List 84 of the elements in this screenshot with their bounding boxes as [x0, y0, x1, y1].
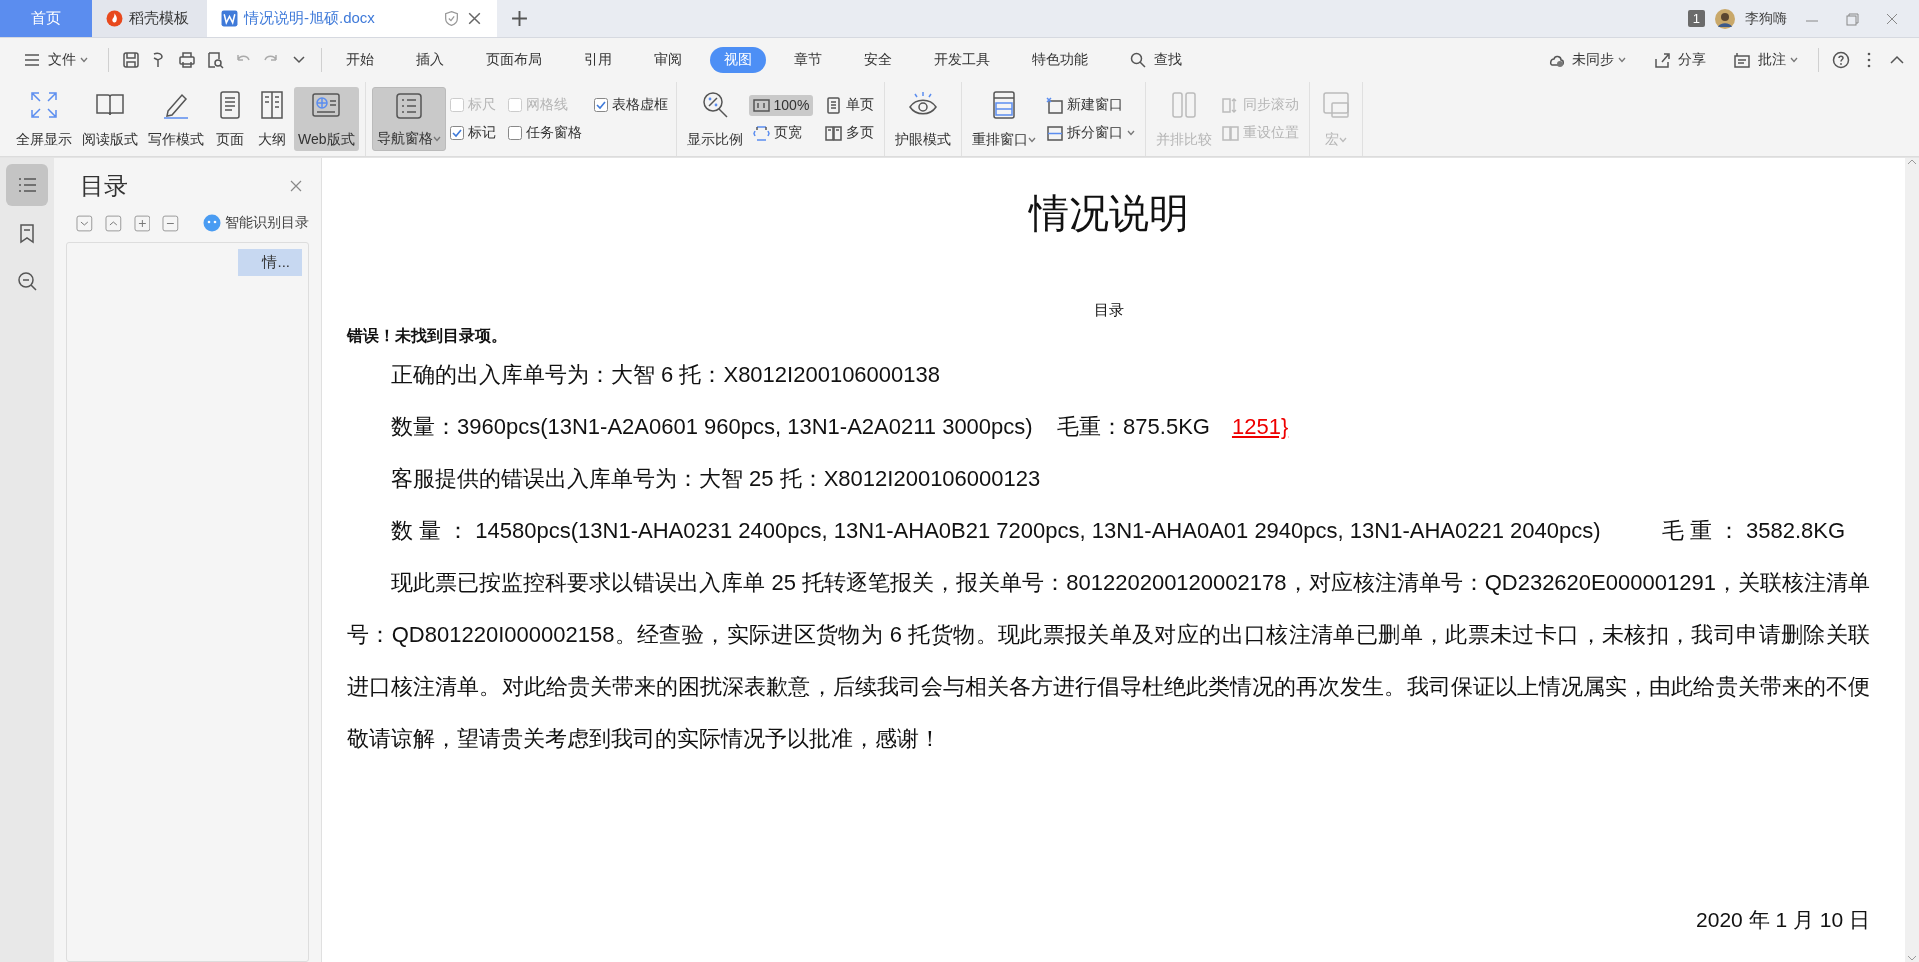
add-tab-icon[interactable]	[510, 10, 528, 27]
date: 2020 年 1 月 10 日	[1696, 907, 1870, 933]
ribbon-button[interactable]: 写作模式	[144, 87, 208, 151]
paragraph: 正确的出入库单号为：大智 6 托：X8012I200106000138	[391, 362, 940, 387]
print-preview-icon[interactable]	[206, 51, 224, 69]
ribbon-button[interactable]: 单页	[821, 94, 879, 116]
menu-tab[interactable]: 插入	[402, 47, 458, 73]
user-name[interactable]: 李狗嗨	[1745, 9, 1787, 28]
paragraph: 客服提供的错误出入库单号为：大智 25 托：X8012I200106000123	[391, 466, 1041, 491]
window-count-badge[interactable]: 1	[1687, 10, 1705, 27]
ribbon-button[interactable]: Web版式	[294, 87, 359, 151]
tab[interactable]: 稻壳模板	[92, 0, 207, 37]
file-menu[interactable]: 文件	[10, 47, 98, 73]
tab[interactable]: 情况说明-旭硕.docx	[207, 0, 497, 37]
document-title: 情况说明	[1027, 189, 1190, 238]
toolbar-button[interactable]: 分享	[1640, 47, 1716, 73]
ribbon-button[interactable]: 大纲	[252, 87, 292, 151]
ribbon-button[interactable]: 导航窗格	[371, 87, 446, 151]
minus-icon[interactable]	[162, 214, 179, 232]
paragraph: 现此票已按监控科要求以错误出入库单 25 托转逐笔报关，报关单号：801220200120002178，对应核注清单号：QD232620E000001291，关联核注清单号：QD801220I000002158。经查验，实际进区货物为 6 托货物。现此票报关单及对应的出口核注清单已删单，此票未过卡口，未核扣，我司申请删除关联进口核注清单。对此给贵关带来的困扰深表歉意，后续我司会与相关各方进行倡导杜绝此类情况的再次发生。我司保证以上情况属实，由此给贵关带来的不便敬请谅解，望请贵关考虑到我司的实际情况予以批准，感谢！	[347, 570, 1870, 751]
menu-tab[interactable]: 开发工具	[920, 47, 1004, 73]
ribbon-button[interactable]: 重排窗口	[968, 87, 1041, 151]
ribbon-button[interactable]: 显示比例	[682, 87, 747, 151]
toc-item[interactable]: 情...	[238, 249, 302, 276]
scrollbar[interactable]	[1905, 158, 1919, 962]
ratio-icon	[752, 96, 770, 114]
ribbon-button[interactable]: 护眼模式	[891, 87, 956, 151]
toc-heading: 目录	[1092, 301, 1125, 320]
menu-tab[interactable]: 页面布局	[472, 47, 556, 73]
single-page-icon	[825, 96, 843, 114]
comment-icon	[1733, 51, 1751, 69]
menu-tab[interactable]: 安全	[850, 47, 906, 73]
ribbon-button[interactable]: 全屏显示	[12, 87, 76, 151]
document-icon	[221, 10, 238, 27]
search-icon	[1129, 51, 1147, 69]
help-icon[interactable]	[1832, 51, 1850, 69]
expand-up-icon[interactable]	[104, 214, 122, 232]
shield-icon	[443, 10, 460, 27]
fullscreen-icon	[28, 89, 60, 121]
close-icon[interactable]	[466, 10, 483, 27]
toolbar-button[interactable]: 批注	[1720, 47, 1808, 73]
menu-tab[interactable]: 引用	[570, 47, 626, 73]
split-window-icon	[1046, 124, 1064, 142]
ribbon-button[interactable]: 新建窗口	[1042, 94, 1140, 116]
page-width-icon	[752, 124, 770, 142]
revision-mark: 1251}	[1231, 414, 1289, 439]
menu-tab[interactable]: 特色功能	[1018, 47, 1102, 73]
close-icon[interactable]	[289, 179, 303, 193]
checkbox[interactable]: 任务窗格	[505, 122, 584, 144]
ribbon-button[interactable]: 多页	[821, 122, 879, 144]
checkbox[interactable]: 标记	[447, 122, 498, 144]
ribbon-button[interactable]: 页宽	[748, 122, 814, 144]
avatar-icon[interactable]	[1715, 8, 1735, 29]
multi-page-icon	[825, 124, 843, 142]
ribbon-button[interactable]: 拆分窗口	[1042, 122, 1140, 144]
reset-position-icon	[1222, 124, 1240, 142]
caret-icon	[80, 57, 88, 63]
robot-icon	[203, 214, 221, 232]
checkbox[interactable]: 表格虚框	[591, 94, 670, 116]
flame-icon	[106, 10, 123, 27]
ribbon-button[interactable]: 阅读版式	[78, 87, 142, 151]
paragraph: 数量：3960pcs(13N1-A2A0601 960pcs, 13N1-A2A0211 3000pcs) 毛重：875.5KG	[391, 414, 1210, 439]
smart-toc-button[interactable]: 智能识别目录	[203, 214, 309, 232]
menu-tab[interactable]: 开始	[332, 47, 388, 73]
print-icon[interactable]	[178, 51, 196, 69]
sidebar-button[interactable]	[6, 164, 48, 206]
panel-title: 目录	[80, 171, 128, 201]
menu-tab[interactable]: 章节	[780, 47, 836, 73]
new-window-icon	[1046, 96, 1064, 114]
scroll-down-icon[interactable]	[1907, 954, 1917, 962]
toolbar-button[interactable]: 未同步	[1534, 47, 1636, 73]
ribbon-button[interactable]: 页面	[210, 87, 250, 151]
toc-error: 错误！未找到目录项。	[347, 326, 508, 347]
scroll-up-icon[interactable]	[1907, 158, 1917, 166]
share-icon	[1653, 51, 1671, 69]
search-icon	[16, 270, 38, 292]
paragraph: 数 量 ： 14580pcs(13N1-AHA0231 2400pcs, 13N1-AHA0B21 7200pcs, 13N1-AHA0A01 2940pcs, 13N1-AHA0221 2040pcs) 毛 重 ： 3582.8KG	[391, 518, 1846, 543]
collapse-down-icon[interactable]	[76, 214, 93, 232]
menu-icon	[23, 51, 41, 69]
ribbon-button[interactable]: 100%	[748, 94, 814, 116]
menu-tab[interactable]: 审阅	[640, 47, 696, 73]
save-icon[interactable]	[122, 51, 140, 69]
plus-icon[interactable]	[133, 214, 151, 232]
find-button[interactable]: 查找	[1116, 47, 1192, 73]
